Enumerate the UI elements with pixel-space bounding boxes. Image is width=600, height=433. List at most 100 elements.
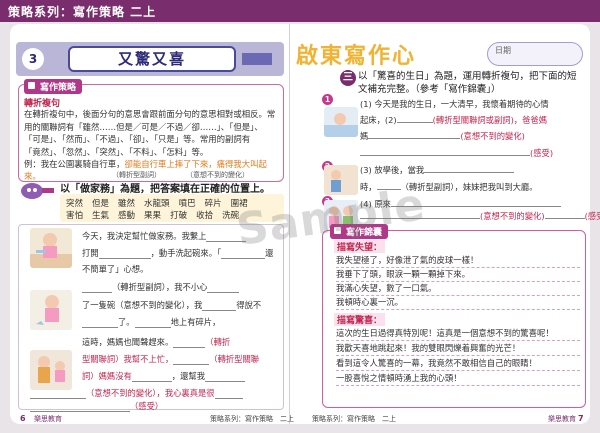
story-text: 地上有碎片， xyxy=(170,317,221,327)
strategy-tag: 寫作策略 xyxy=(24,79,83,94)
waking-up-illustration xyxy=(324,107,358,137)
answer-line: (3) 放學後，當我 xyxy=(360,164,515,176)
pencil-character-icon xyxy=(21,183,54,199)
answer-blank[interactable] xyxy=(131,373,172,382)
word-chip: 生氣 xyxy=(92,211,110,221)
publisher-logo-left: 樂思教育 xyxy=(34,415,62,423)
answer-blank[interactable] xyxy=(173,339,206,348)
item-hint: (轉折型關聯詞或副詞)，爸爸媽 xyxy=(432,115,547,125)
story-hint: 型關聯詞）我幫不上忙， xyxy=(82,354,174,364)
word-chip: 突然 xyxy=(66,199,84,209)
decorative-title: 啟東寫作心 xyxy=(296,38,416,70)
story-line: 了一隻碗（意想不到的變化），我 得說不 xyxy=(82,299,261,311)
lesson-header: 3 又驚又喜 xyxy=(16,42,284,76)
tip-heading-disappointment: 描寫失望： xyxy=(334,240,386,253)
story-text: （轉折型副詞），我不小心 xyxy=(112,282,208,292)
story-text: 這時，媽媽也聞聲趕來。 xyxy=(82,337,174,347)
answer-blank[interactable] xyxy=(30,390,86,399)
tip-line: 一股喜悅之情頓時湧上我的心頭！ xyxy=(336,372,580,386)
header-bar: 策略系列：寫作策略 二上 xyxy=(0,0,600,22)
story-hint: （轉折型關聯 xyxy=(209,354,260,364)
story-hint: （轉折 xyxy=(205,337,231,347)
tip-heading-surprise: 描寫驚喜： xyxy=(334,313,386,326)
example-text: 我在公園裏騎自行車， xyxy=(40,159,125,169)
item-text: (1) 今天是我的生日，一大清早，我懷着期待的心情 xyxy=(360,99,549,109)
story-text: 了。 xyxy=(118,317,135,327)
answer-line: (1) 今天是我的生日，一大清早，我懷着期待的心情 xyxy=(360,98,549,110)
item-text: 起床，(2) xyxy=(360,115,397,125)
deco-title-text: 啟東寫作心 xyxy=(296,44,417,69)
item-hint: (感受) xyxy=(530,148,554,158)
story-text: 得說不 xyxy=(236,300,262,310)
story-line: 不簡單了」心想。 xyxy=(82,263,148,275)
answer-blank[interactable] xyxy=(82,284,112,293)
story-line: （感受） xyxy=(30,400,163,412)
story-line: 型關聯詞）我幫不上忙， （轉折型關聯 xyxy=(82,353,259,365)
tip-line: 我歡天喜地跳起來！我的雙眼閃爍着興奮的光芒！ xyxy=(336,342,580,356)
mother-illustration xyxy=(30,350,72,390)
story-line: （轉折型副詞），我不小心 xyxy=(82,281,240,293)
washing-dishes-illustration xyxy=(30,228,72,268)
page-number-right: 7 xyxy=(578,414,584,423)
story-text: 不簡單了」心想。 xyxy=(82,264,149,274)
answer-blank[interactable] xyxy=(214,390,243,399)
word-chip: 收拾 xyxy=(196,211,214,221)
story-text: ，還幫我 xyxy=(171,371,205,381)
footer-right: 策略系列：寫作策略 二上 xyxy=(312,415,396,423)
word-chip: 果果 xyxy=(144,211,162,221)
answer-blank[interactable] xyxy=(424,164,515,173)
step-number: 1 xyxy=(322,94,333,105)
tip-line: 我頓時心裏一沉。 xyxy=(336,296,580,310)
word-chip: 害怕 xyxy=(66,211,84,221)
answer-blank[interactable] xyxy=(544,210,585,219)
answer-blank[interactable] xyxy=(368,130,461,139)
word-bank-row-1: 突然 但是 雖然 水龍頭 噴巴 碎片 圍裙 xyxy=(66,197,257,209)
story-line: （意想不到的變化），我心裏真是很 xyxy=(30,387,243,399)
answer-blank[interactable] xyxy=(98,250,151,259)
item-hint: (意想不到的變化) xyxy=(480,211,545,221)
answer-blank[interactable] xyxy=(134,319,171,328)
answer-line: (感受) xyxy=(360,147,553,159)
word-chip: 碎片 xyxy=(204,199,222,209)
word-chip: 水龍頭 xyxy=(144,199,170,209)
answer-line: 起床，(2) (轉折型關聯詞或副詞)，爸爸媽 xyxy=(360,114,547,126)
answer-blank[interactable] xyxy=(30,403,130,412)
broken-bowl-illustration xyxy=(30,290,72,330)
answer-blank[interactable] xyxy=(202,302,237,311)
item-hint: (感受) xyxy=(584,211,600,221)
page-number-left: 6 xyxy=(20,414,26,423)
item-hint: (意想不到的變化) xyxy=(460,131,525,141)
strategy-text-line: 在轉折複句中，後面分句的意思會跟前面分句的意思相對或相反。常 xyxy=(24,109,276,119)
story-hint: 詞）媽媽沒有 xyxy=(82,371,132,381)
story-line: 這時，媽媽也聞聲趕來。 （轉折 xyxy=(82,336,230,348)
word-chip: 感動 xyxy=(118,211,136,221)
story-text: 打開 xyxy=(82,248,99,258)
answer-blank[interactable] xyxy=(396,114,433,123)
tip-line: 我滿心失望，數了一口氣。 xyxy=(336,282,580,296)
tip-line: 我失望極了，好像泄了氣的皮球一樣！ xyxy=(336,254,580,268)
item-text: 媽 xyxy=(360,131,369,141)
publisher-logo-right: 樂思教育 xyxy=(548,415,576,423)
word-chip: 雖然 xyxy=(118,199,136,209)
lesson-title: 又驚又喜 xyxy=(68,46,236,72)
example-note-adverb: （轉折型副詞） xyxy=(112,171,161,179)
section-number-badge: 三 xyxy=(340,70,356,86)
series-title: 策略系列：寫作策略 二上 xyxy=(8,5,157,19)
story-line: 了。 地上有碎片， xyxy=(82,316,220,328)
strategy-text-line: 用的關聯詞有「雖然……但是／可是／不過／卻……」、「但是」、 xyxy=(24,121,263,132)
tip-line: 看到這令人驚喜的一幕，我竟然不敢相信自己的眼睛！ xyxy=(336,357,580,371)
strategy-text-line: 「可是」、「然而」、「不過」、「卻」、「只是」等。常用的副詞有 xyxy=(24,134,251,144)
answer-blank[interactable] xyxy=(360,147,530,156)
footer-left: 策略系列：寫作策略 二上 xyxy=(210,415,294,423)
tip-line: 我垂下了頭，眼淚一顆一顆掉下來。 xyxy=(336,268,580,282)
exercise-instruction: 以「做家務」為題，把答案填在正確的位置上。 xyxy=(60,184,270,195)
answer-blank[interactable] xyxy=(205,373,245,382)
lesson-number: 3 xyxy=(22,48,44,70)
answer-blank[interactable] xyxy=(82,319,118,328)
answer-blank[interactable] xyxy=(207,284,240,293)
story-hint: （意想不到的變化），我心裏真是很 xyxy=(86,388,215,398)
answer-blank[interactable] xyxy=(173,356,210,365)
story-text: ，動手洗起碗來。「 xyxy=(150,248,222,258)
story-line: 今天，我決定幫忙做家務。我繫上 xyxy=(82,230,247,242)
example-label: 例： xyxy=(24,159,41,169)
